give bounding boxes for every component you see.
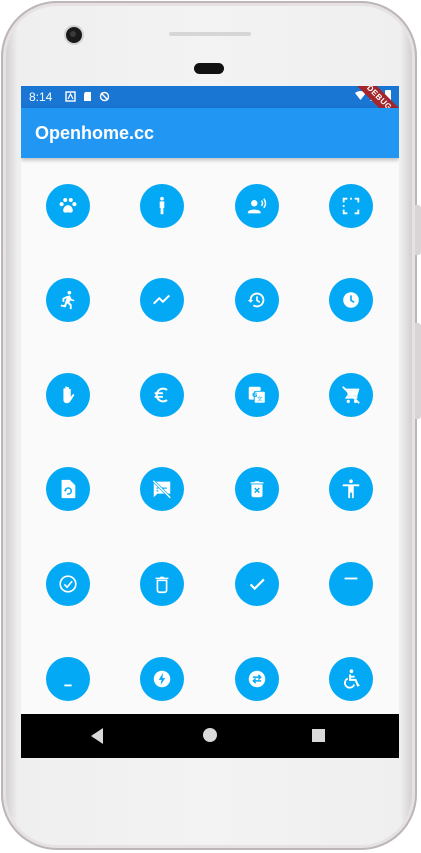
minimize-icon-button[interactable] — [329, 562, 373, 606]
delete-forever-icon — [250, 481, 264, 498]
swap-circle-icon-button[interactable] — [235, 657, 279, 701]
navigation-bar — [21, 714, 399, 758]
sd-card-icon — [82, 91, 93, 102]
accessible-icon — [344, 669, 360, 689]
restore-icon — [247, 292, 265, 308]
check-circle-icon-button[interactable] — [46, 562, 90, 606]
restore-page-icon — [61, 479, 76, 499]
schedule-icon — [343, 292, 359, 308]
directions-run-icon — [60, 290, 75, 310]
translate-icon-button[interactable]: G文 — [235, 373, 279, 417]
pets-icon — [59, 198, 77, 213]
directions-run-icon-button[interactable] — [46, 278, 90, 322]
remove-shopping-cart-icon — [342, 386, 360, 404]
person-icon — [159, 196, 165, 215]
crop-free-icon-button[interactable] — [329, 184, 373, 228]
back-button[interactable] — [91, 728, 103, 744]
restore-page-icon-button[interactable] — [46, 467, 90, 511]
speaker-notes-off-icon — [152, 479, 172, 499]
app-title: Openhome.cc — [35, 123, 155, 143]
home-button[interactable] — [203, 728, 217, 742]
done-all-icon — [249, 578, 265, 591]
translate-icon: G文 — [248, 386, 266, 404]
swap-circle-icon — [248, 670, 266, 688]
offline-bolt-icon — [153, 670, 171, 688]
delete-forever-icon-button[interactable] — [235, 467, 279, 511]
accessibility-icon — [342, 479, 360, 499]
check-circle-icon — [59, 575, 77, 593]
front-camera — [66, 27, 82, 43]
offline-bolt-icon-button[interactable] — [140, 657, 184, 701]
pan-tool-icon-button[interactable] — [46, 373, 90, 417]
recents-button[interactable] — [312, 729, 325, 742]
pan-tool-icon — [63, 386, 75, 404]
accessible-icon-button[interactable] — [329, 657, 373, 701]
accessibility-notification-icon — [65, 91, 76, 102]
status-bar: 8:14 DEBUG — [21, 86, 399, 130]
accessibility-icon-button[interactable] — [329, 467, 373, 511]
euro-icon — [154, 387, 168, 403]
pets-icon-button[interactable] — [46, 184, 90, 228]
status-time: 8:14 — [29, 90, 53, 104]
svg-text:文: 文 — [257, 395, 263, 403]
record-voice-icon-button[interactable] — [235, 184, 279, 228]
remove-shopping-cart-icon-button[interactable] — [329, 373, 373, 417]
app-bar: Openhome.cc — [21, 108, 399, 158]
euro-icon-button[interactable] — [140, 373, 184, 417]
record-voice-icon — [247, 198, 267, 214]
delete-icon — [155, 576, 169, 594]
trending-icon — [153, 294, 171, 305]
delete-icon-button[interactable] — [140, 562, 184, 606]
volume-button — [415, 323, 421, 419]
proximity-sensor — [194, 63, 224, 74]
power-button — [415, 205, 421, 255]
schedule-icon-button[interactable] — [329, 278, 373, 322]
done-all-icon-button[interactable] — [235, 562, 279, 606]
minimize-bottom-icon — [64, 684, 72, 687]
earpiece-speaker — [169, 32, 251, 36]
sync-disabled-icon — [99, 91, 110, 102]
minimize-icon — [344, 577, 358, 580]
notification-icons — [65, 91, 110, 102]
phone-frame: 8:14 DEBUG Openhome.cc G 文 — [1, 1, 421, 850]
restore-icon-button[interactable] — [235, 278, 279, 322]
person-icon-button[interactable] — [140, 184, 184, 228]
screen: 8:14 DEBUG Openhome.cc G 文 — [21, 86, 399, 758]
speaker-notes-off-icon-button[interactable] — [140, 467, 184, 511]
trending-icon-button[interactable] — [140, 278, 184, 322]
minimize-bottom-icon-button[interactable] — [46, 657, 90, 701]
crop-free-icon — [342, 197, 360, 215]
